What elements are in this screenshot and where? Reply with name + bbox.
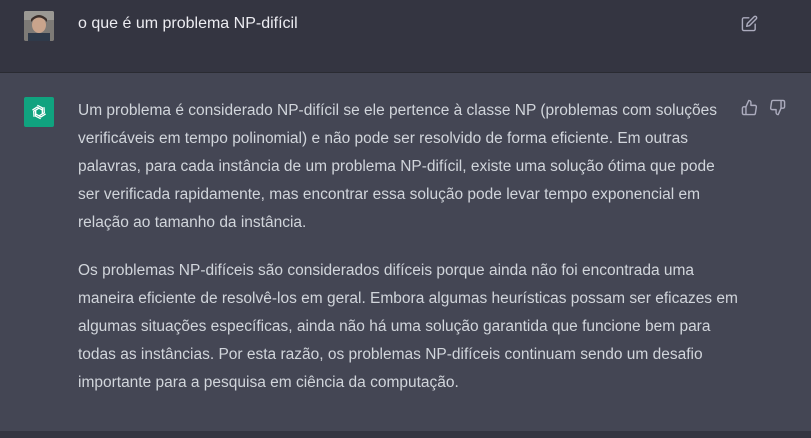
bottom-band — [0, 431, 811, 438]
thumbs-down-icon[interactable] — [769, 99, 787, 117]
assistant-message-text: Um problema é considerado NP-difícil se … — [78, 97, 738, 417]
user-message-text: o que é um problema NP-difícil — [78, 15, 298, 32]
assistant-message-row: Um problema é considerado NP-difícil se … — [0, 73, 811, 431]
thumbs-up-icon[interactable] — [741, 99, 759, 117]
user-message-row: o que é um problema NP-difícil — [0, 0, 811, 73]
user-avatar — [24, 11, 54, 41]
answer-paragraph: Um problema é considerado NP-difícil se … — [78, 102, 717, 231]
edit-icon[interactable] — [741, 15, 758, 32]
answer-paragraph: Os problemas NP-difíceis são considerado… — [78, 262, 738, 391]
openai-logo-icon — [24, 97, 54, 127]
chat-page: o que é um problema NP-difícil Um proble… — [0, 0, 811, 438]
